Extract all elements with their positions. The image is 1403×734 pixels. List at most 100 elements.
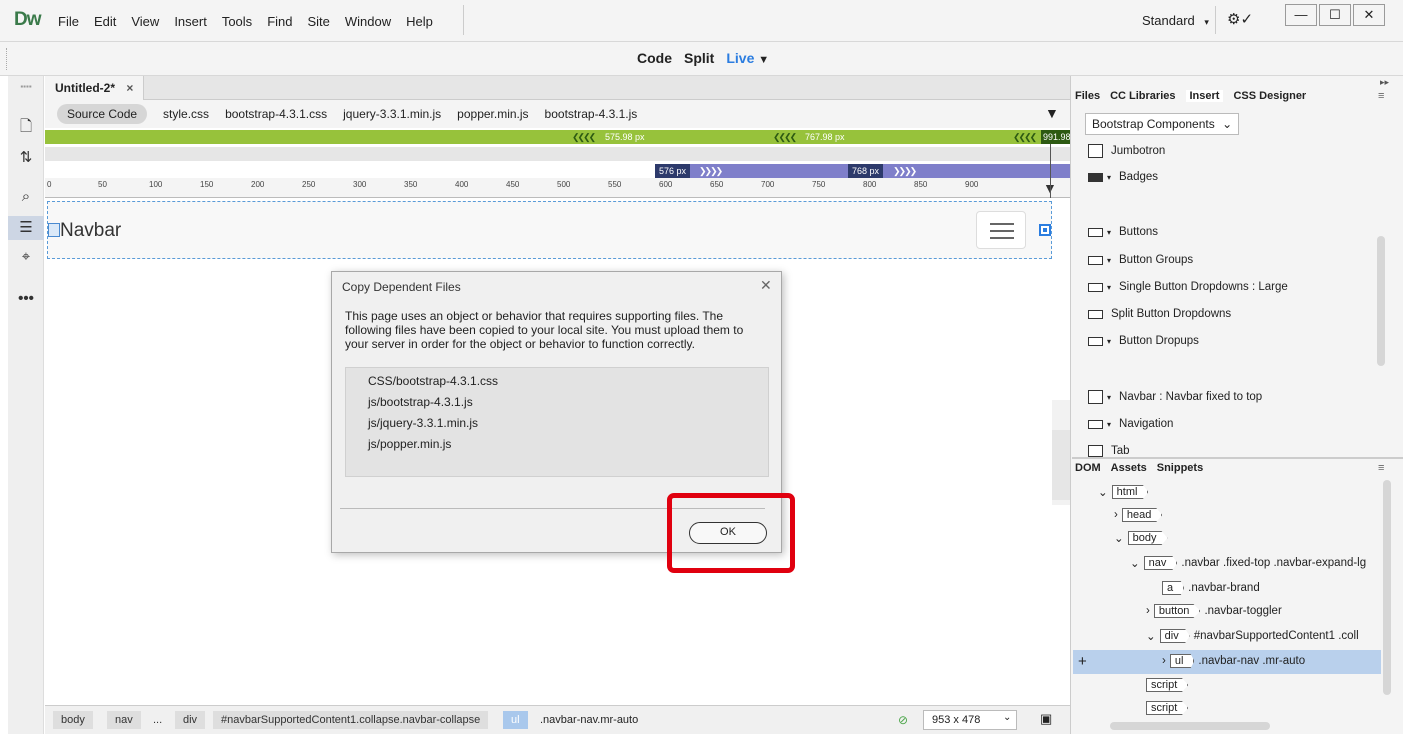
breadcrumb-ul[interactable]: ul <box>503 711 528 729</box>
menu-find[interactable]: Find <box>267 14 292 29</box>
insert-item-jumbotron[interactable]: Jumbotron <box>1088 144 1165 158</box>
ruler-label: 550 <box>608 180 622 189</box>
format-source-icon[interactable]: ☰ <box>8 216 44 240</box>
maximize-button[interactable]: ☐ <box>1319 4 1351 26</box>
tab-dom[interactable]: DOM <box>1075 462 1101 474</box>
panel-menu-icon[interactable]: ≡ <box>1378 462 1384 474</box>
panel-resize-grip[interactable] <box>1052 430 1070 500</box>
menu-file[interactable]: File <box>58 14 79 29</box>
mq-label-575[interactable]: 575.98 px <box>605 130 645 144</box>
related-file-popper[interactable]: popper.min.js <box>457 107 528 121</box>
filter-icon[interactable]: ▼ <box>1045 105 1059 121</box>
workspace-switcher[interactable]: Standard ▾ <box>1142 13 1209 28</box>
close-icon[interactable]: × <box>126 81 133 95</box>
toolbar-grip-icon[interactable]: ▪▪▪▪ <box>8 82 44 91</box>
insert-item-dropups[interactable]: ▾ Button Dropups <box>1088 335 1199 347</box>
panel-menu-icon[interactable]: ≡ <box>1378 90 1384 102</box>
dom-node-button[interactable]: › button .navbar-toggler <box>1146 604 1282 618</box>
insert-item-single-dropdowns[interactable]: ▾ Single Button Dropdowns : Large <box>1088 281 1288 293</box>
breadcrumb-ul-classes[interactable]: .navbar-nav.mr-auto <box>540 711 638 729</box>
breadcrumb-div[interactable]: div <box>175 711 206 729</box>
dom-tag: body <box>1127 531 1168 545</box>
insert-item-navigation[interactable]: ▾ Navigation <box>1088 418 1173 430</box>
dom-node-ul[interactable]: › ul .navbar-nav .mr-auto <box>1162 654 1305 668</box>
element-badge-icon[interactable] <box>48 223 60 237</box>
add-element-icon[interactable]: + <box>1078 653 1087 670</box>
minimize-button[interactable]: — <box>1285 4 1317 26</box>
collapse-panel-icon[interactable]: ▸▸ <box>1380 77 1389 88</box>
dom-horizontal-scrollbar[interactable] <box>1110 722 1270 730</box>
chevrons-right-icon: ❯❯❯❯ <box>699 166 723 176</box>
navbar-toggler[interactable] <box>976 211 1026 249</box>
menu-tools[interactable]: Tools <box>222 14 252 29</box>
related-file-bootstrap-js[interactable]: bootstrap-4.3.1.js <box>545 107 638 121</box>
dom-node-body[interactable]: ⌄ body <box>1114 531 1168 545</box>
dom-node-head[interactable]: › head <box>1114 508 1163 522</box>
selection-handle[interactable] <box>1039 224 1051 236</box>
dom-node-div[interactable]: ⌄ div #navbarSupportedContent1 .coll <box>1146 629 1359 643</box>
insert-scrollbar[interactable] <box>1377 236 1385 366</box>
breadcrumb-div-id[interactable]: #navbarSupportedContent1.collapse.navbar… <box>213 711 489 729</box>
insert-item-buttons[interactable]: ▾ Buttons <box>1088 226 1158 238</box>
insert-item-label: Badges <box>1119 171 1159 183</box>
insert-item-button-groups[interactable]: ▾ Button Groups <box>1088 254 1193 266</box>
tab-snippets[interactable]: Snippets <box>1157 462 1203 474</box>
mq-label-767[interactable]: 767.98 px <box>805 130 845 144</box>
split-view-button[interactable]: Split <box>684 50 714 66</box>
more-icon[interactable]: ••• <box>8 290 44 307</box>
dom-node-nav[interactable]: ⌄ nav .navbar .fixed-top .navbar-expand-… <box>1130 556 1366 570</box>
tab-files[interactable]: Files <box>1075 90 1100 102</box>
sync-settings-icon[interactable]: ⚙✓ <box>1227 10 1253 28</box>
dom-node-a[interactable]: a .navbar-brand <box>1162 581 1260 595</box>
document-tabbar: Untitled-2* × <box>45 76 1070 100</box>
document-tab[interactable]: Untitled-2* × <box>45 76 145 100</box>
jumbotron-icon <box>1088 144 1103 158</box>
insert-item-tab[interactable]: Tab <box>1088 445 1130 457</box>
dom-node-html[interactable]: ⌄ html <box>1098 485 1149 499</box>
menu-view[interactable]: View <box>131 14 159 29</box>
navbar-brand[interactable]: Navbar <box>60 220 121 242</box>
insert-item-split-dropdowns[interactable]: Split Button Dropdowns <box>1088 308 1231 320</box>
sort-icon[interactable]: ⇅ <box>8 148 44 166</box>
close-window-button[interactable]: ✕ <box>1353 4 1385 26</box>
insert-item-navbar[interactable]: ▾ Navbar : Navbar fixed to top <box>1088 390 1262 404</box>
insert-item-badges[interactable]: ▾ Badges <box>1088 171 1158 183</box>
new-file-icon[interactable]: 🗋 <box>8 116 44 141</box>
menu-insert[interactable]: Insert <box>174 14 207 29</box>
menu-edit[interactable]: Edit <box>94 14 116 29</box>
tab-assets[interactable]: Assets <box>1111 462 1147 474</box>
related-file-jquery[interactable]: jquery-3.3.1.min.js <box>343 107 441 121</box>
dom-tag: button <box>1153 604 1201 618</box>
tab-cc-libraries[interactable]: CC Libraries <box>1110 90 1175 102</box>
breadcrumb-ellipsis[interactable]: ... <box>145 711 170 729</box>
live-navbar[interactable]: Navbar <box>47 201 1052 259</box>
related-file-source-code[interactable]: Source Code <box>57 104 148 124</box>
highlight-box <box>667 493 795 573</box>
workspace-label: Standard <box>1142 13 1195 28</box>
tab-insert[interactable]: Insert <box>1185 90 1224 102</box>
related-file-style-css[interactable]: style.css <box>163 107 209 121</box>
breadcrumb-body[interactable]: body <box>53 711 93 729</box>
related-file-bootstrap-css[interactable]: bootstrap-4.3.1.css <box>225 107 327 121</box>
breadcrumb-nav[interactable]: nav <box>107 711 141 729</box>
live-view-button[interactable]: Live ▼ <box>726 50 769 66</box>
code-view-button[interactable]: Code <box>637 50 672 66</box>
dom-scrollbar[interactable] <box>1383 480 1391 695</box>
tab-css-designer[interactable]: CSS Designer <box>1233 90 1306 102</box>
target-icon[interactable]: ⌖ <box>8 248 44 265</box>
dom-desc: .navbar-brand <box>1188 582 1260 594</box>
dom-node-script[interactable]: script <box>1146 678 1189 692</box>
mq-label-991[interactable]: 991.98 <box>1041 130 1073 144</box>
component-category-select[interactable]: Bootstrap Components ⌄ <box>1085 113 1240 135</box>
menu-help[interactable]: Help <box>406 14 433 29</box>
menu-window[interactable]: Window <box>345 14 391 29</box>
menu-site[interactable]: Site <box>307 14 329 29</box>
dom-node-script[interactable]: script <box>1146 701 1189 715</box>
insert-item-label: Navigation <box>1119 418 1174 430</box>
inspect-icon[interactable]: ⌕ <box>8 188 44 205</box>
mq-label-768[interactable]: 768 px <box>848 164 884 178</box>
close-icon[interactable]: ✕ <box>760 277 772 294</box>
mq-label-576[interactable]: 576 px <box>655 164 691 178</box>
grip-handle[interactable] <box>6 48 12 70</box>
device-preview-icon[interactable]: ▣ <box>1040 711 1052 727</box>
